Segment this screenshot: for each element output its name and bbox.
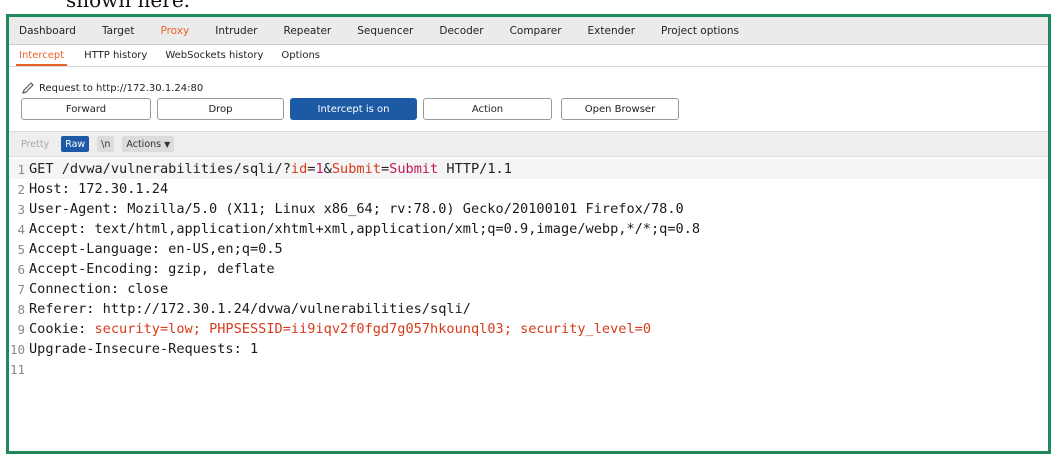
line-number: 1	[17, 161, 25, 177]
page-top-text: shown here.	[0, 0, 1053, 14]
editor-line: 8 Referer: http://172.30.1.24/dvwa/vulne…	[9, 299, 471, 319]
cookie-security: security=low;	[94, 321, 210, 337]
cookie-security-level: security_level=0	[520, 321, 652, 337]
tab-proxy[interactable]: Proxy	[160, 17, 189, 44]
tab-project-options[interactable]: Project options	[661, 17, 739, 44]
tab-target[interactable]: Target	[102, 17, 134, 44]
intercept-button-row: Forward Drop Intercept is on Action Open…	[21, 98, 679, 122]
actions-menu-label: Actions	[126, 138, 162, 150]
line-number: 8	[17, 301, 25, 317]
burp-window: Dashboard Target Proxy Intruder Repeater…	[6, 14, 1051, 454]
line-number: 3	[17, 201, 25, 217]
query-param-name: id	[290, 161, 308, 177]
line-number: 9	[17, 321, 25, 337]
pencil-icon	[22, 82, 34, 94]
proxy-sub-tab-bar: Intercept HTTP history WebSockets histor…	[9, 45, 1048, 67]
tab-extender[interactable]: Extender	[588, 17, 636, 44]
request-line-method-path: GET /dvwa/vulnerabilities/sqli/?	[29, 161, 291, 177]
header-line: User-Agent: Mozilla/5.0 (X11; Linux x86_…	[29, 201, 684, 217]
chevron-down-icon: ▼	[164, 139, 171, 149]
editor-line: 3 User-Agent: Mozilla/5.0 (X11; Linux x8…	[9, 199, 684, 219]
line-number: 10	[9, 341, 25, 357]
intercept-toggle-button[interactable]: Intercept is on	[290, 98, 417, 120]
header-line: Referer: http://172.30.1.24/dvwa/vulnera…	[29, 301, 471, 317]
tab-dashboard[interactable]: Dashboard	[19, 17, 76, 44]
pretty-toggle[interactable]: Pretty	[17, 136, 53, 152]
request-editor[interactable]: 1 GET /dvwa/vulnerabilities/sqli/? id = 1 & S…	[9, 158, 1048, 451]
editor-line: 9 Cookie: security=low; PHPSESSID=ii9iqv…	[9, 319, 651, 339]
tab-intercept[interactable]: Intercept	[15, 45, 68, 66]
header-line: Connection: close	[29, 281, 169, 297]
page-top-text-content: shown here.	[66, 0, 191, 12]
editor-line: 7 Connection: close	[9, 279, 168, 299]
line-number: 6	[17, 261, 25, 277]
request-target: Request to http://172.30.1.24:80	[21, 81, 203, 95]
line-number: 4	[17, 221, 25, 237]
header-line: Accept: text/html,application/xhtml+xml,…	[29, 221, 701, 237]
query-param-name: Submit	[331, 161, 381, 177]
raw-toggle[interactable]: Raw	[61, 136, 90, 152]
line-number: 11	[9, 361, 25, 377]
main-tab-bar: Dashboard Target Proxy Intruder Repeater…	[9, 17, 1048, 45]
header-line: Accept-Encoding: gzip, deflate	[29, 261, 275, 277]
actions-menu[interactable]: Actions ▼	[122, 136, 175, 152]
line-number: 5	[17, 241, 25, 257]
drop-button[interactable]: Drop	[157, 98, 284, 120]
editor-line: 1 GET /dvwa/vulnerabilities/sqli/? id = 1 & S…	[9, 159, 1048, 179]
query-param-value: Submit	[389, 161, 439, 177]
editor-line: 11	[9, 359, 29, 379]
tab-repeater[interactable]: Repeater	[284, 17, 332, 44]
editor-line: 5 Accept-Language: en-US,en;q=0.5	[9, 239, 283, 259]
tab-options[interactable]: Options	[281, 45, 320, 66]
editor-line: 2 Host: 172.30.1.24	[9, 179, 168, 199]
tab-http-history[interactable]: HTTP history	[84, 45, 147, 66]
newline-toggle[interactable]: \n	[97, 136, 115, 152]
editor-line: 6 Accept-Encoding: gzip, deflate	[9, 259, 275, 279]
forward-button[interactable]: Forward	[21, 98, 151, 120]
tab-websockets-history[interactable]: WebSockets history	[165, 45, 263, 66]
tab-intruder[interactable]: Intruder	[215, 17, 257, 44]
line-number: 2	[17, 181, 25, 197]
header-line: Host: 172.30.1.24	[29, 181, 169, 197]
query-equals: =	[307, 161, 316, 177]
request-target-label: Request to http://172.30.1.24:80	[39, 82, 204, 94]
header-line: Accept-Language: en-US,en;q=0.5	[29, 241, 283, 257]
query-param-value: 1	[315, 161, 324, 177]
query-ampersand: &	[323, 161, 332, 177]
tab-decoder[interactable]: Decoder	[439, 17, 483, 44]
cookie-header-label: Cookie:	[29, 321, 95, 337]
message-editor-toolbar: Pretty Raw \n Actions ▼	[9, 131, 1048, 157]
editor-line: 10 Upgrade-Insecure-Requests: 1	[9, 339, 258, 359]
editor-line: 4 Accept: text/html,application/xhtml+xm…	[9, 219, 700, 239]
open-browser-button[interactable]: Open Browser	[561, 98, 679, 120]
line-number: 7	[17, 281, 25, 297]
tab-sequencer[interactable]: Sequencer	[357, 17, 413, 44]
query-equals: =	[380, 161, 390, 177]
action-button[interactable]: Action	[423, 98, 552, 120]
tab-comparer[interactable]: Comparer	[510, 17, 562, 44]
header-line: Upgrade-Insecure-Requests: 1	[29, 341, 259, 357]
http-version: HTTP/1.1	[438, 161, 512, 177]
cookie-phpsessid: PHPSESSID=ii9iqv2f0fgd7g057hkounql03;	[209, 321, 521, 337]
